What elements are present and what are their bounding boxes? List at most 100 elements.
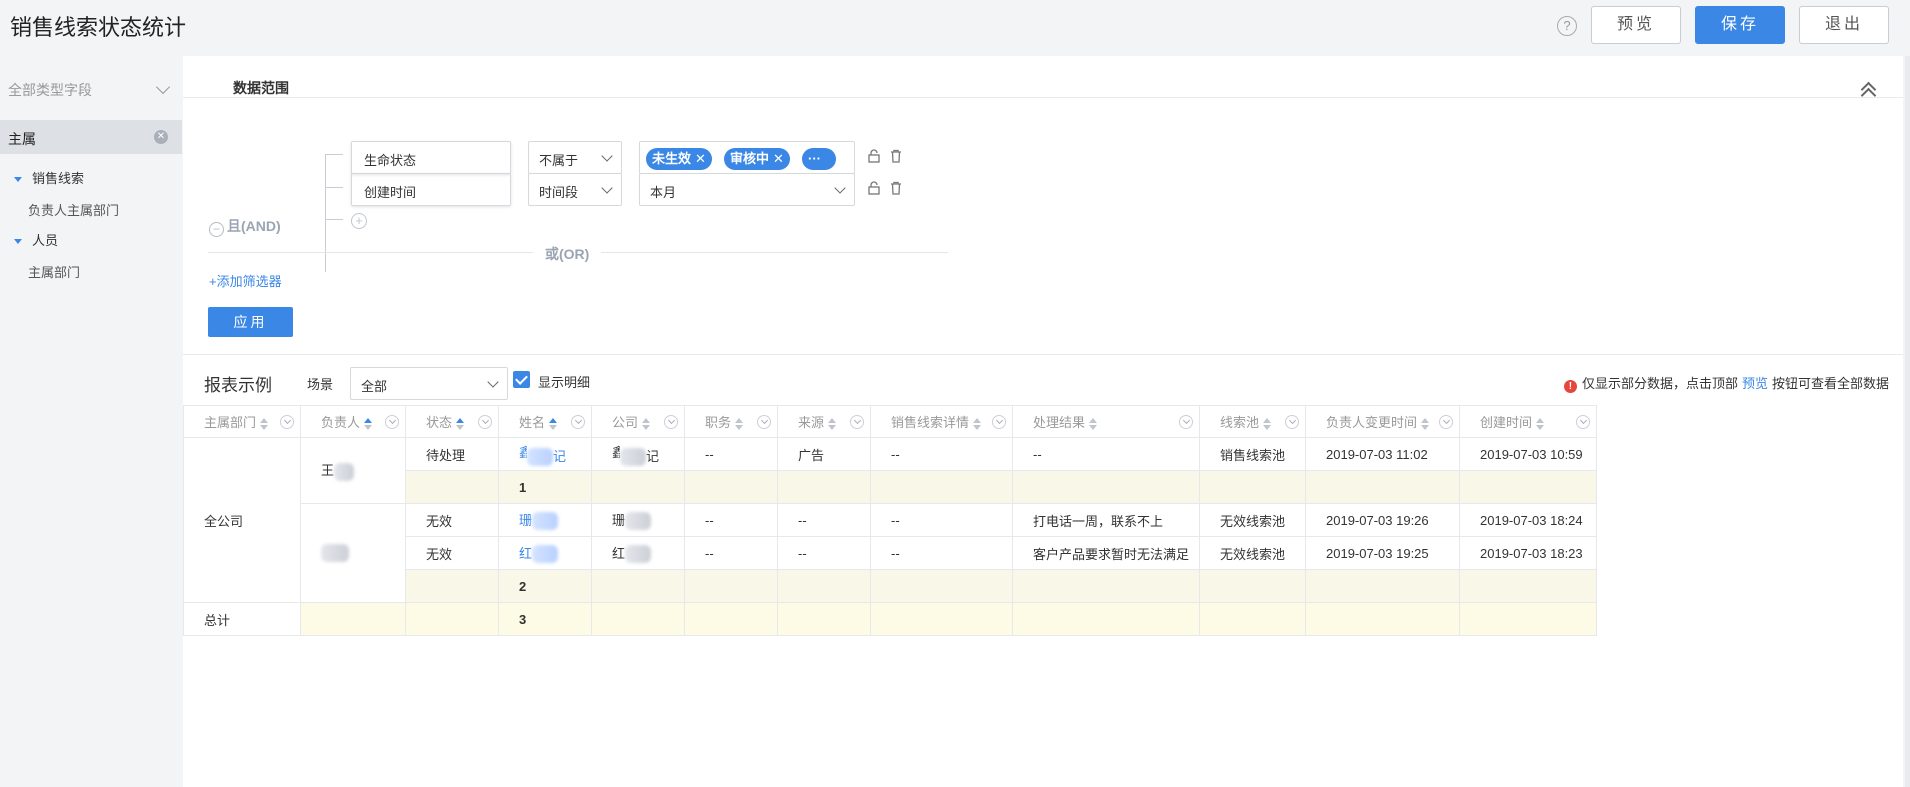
caret-down-icon [14,239,22,245]
sidebar-group-leads[interactable]: 销售线索 [14,168,84,187]
remove-tag-icon[interactable]: ✕ [695,151,706,166]
column-header[interactable]: 创建时间 [1459,405,1597,438]
operator-label: 时间段 [539,185,579,200]
column-options-icon[interactable] [478,415,492,429]
detail-cell: -- [870,536,1013,570]
column-header[interactable]: 状态 [405,405,499,438]
column-options-icon[interactable] [1179,415,1193,429]
condition-field-select[interactable]: 创建时间 [351,173,511,206]
column-options-icon[interactable] [385,415,399,429]
sidebar-group-people[interactable]: 人员 [14,230,58,249]
more-tags[interactable]: ··· [802,148,836,170]
condition-value-tags[interactable]: 未生效 ✕ 审核中 ✕ ··· [639,141,855,174]
condition-operator-select[interactable]: 时间段 [528,173,622,206]
column-header[interactable]: 负责人变更时间 [1305,405,1460,438]
show-detail-checkbox[interactable] [513,371,530,388]
trash-icon[interactable] [889,181,903,195]
table-row: 无效 珊 珊 -- -- -- 打电话一周，联系不上 无效线索池 2019-07… [184,503,1597,603]
status-cell: 待处理 [405,437,499,471]
column-options-icon[interactable] [280,415,294,429]
column-options-icon[interactable] [664,415,678,429]
remove-tag-icon[interactable]: ✕ [773,151,784,166]
add-condition-icon[interactable]: + [351,213,367,229]
condition-field-select[interactable]: 生命状态 [351,141,511,174]
trash-icon[interactable] [889,149,903,163]
condition-operator-select[interactable]: 不属于 [528,141,622,174]
minus-circle-icon[interactable]: − [209,222,224,237]
column-options-icon[interactable] [1576,415,1590,429]
tag-label: 未生效 [652,151,692,166]
value-tag[interactable]: 未生效 ✕ [646,148,712,170]
column-options-icon[interactable] [571,415,585,429]
report-table: 主属部门 负责人 状态 姓名 公司 职务 来源 销售线索详情 处理结果 线索池 … [183,405,1597,636]
column-options-icon[interactable] [1285,415,1299,429]
column-options-icon[interactable] [1439,415,1453,429]
scene-value: 全部 [361,379,388,394]
column-header[interactable]: 负责人 [300,405,406,438]
sidebar-item-dept[interactable]: 主属部门 [28,262,80,281]
chevron-down-icon [601,150,613,162]
source-cell: -- [777,536,871,570]
column-header[interactable]: 来源 [777,405,871,438]
name-cell[interactable]: 珊 [498,503,592,537]
chevron-down-icon [155,79,171,95]
sidebar-item-active[interactable]: 主属 ✕ [0,120,182,154]
chevron-down-icon [487,376,499,388]
source-cell: 广告 [777,437,871,471]
report-title: 报表示例 [204,376,272,395]
table-row: 全公司 王 待处理 鑫记 鑫记 -- 广告 -- -- 销售线索池 2019-0… [183,437,1597,603]
name-cell[interactable]: 红 [498,536,592,570]
created-cell: 2019-07-03 18:23 [1459,536,1597,570]
unlock-icon[interactable] [867,181,881,195]
column-header[interactable]: 处理结果 [1012,405,1200,438]
column-header[interactable]: 姓名 [498,405,592,438]
preview-link[interactable]: 预览 [1742,376,1768,391]
column-options-icon[interactable] [850,415,864,429]
collapse-icon[interactable] [1861,82,1875,96]
save-button[interactable]: 保存 [1695,6,1785,44]
name-cell[interactable]: 鑫记 [498,437,592,471]
operator-label: 不属于 [539,153,579,168]
chevron-down-icon [601,182,613,194]
owner-changed-cell: 2019-07-03 19:26 [1305,503,1460,537]
status-cell: 无效 [405,503,499,537]
preview-button[interactable]: 预览 [1591,6,1681,44]
value-label: 本月 [650,185,677,200]
help-icon[interactable]: ? [1557,16,1577,36]
column-header[interactable]: 公司 [591,405,685,438]
condition-value-select[interactable]: 本月 [639,173,855,206]
scene-select[interactable]: 全部 [350,367,508,400]
apply-button[interactable]: 应用 [208,307,293,337]
column-header[interactable]: 主属部门 [183,405,301,438]
owner-cell: 王 [300,437,406,504]
section-title: 数据范围 [233,80,289,96]
column-options-icon[interactable] [757,415,771,429]
scene-label: 场景 [307,377,334,392]
column-options-icon[interactable] [992,415,1006,429]
column-header[interactable]: 线索池 [1199,405,1306,438]
owner-changed-cell: 2019-07-03 11:02 [1305,437,1460,471]
subtotal-cell: 2 [498,569,592,603]
scrollbar[interactable] [1905,56,1910,787]
clear-icon[interactable]: ✕ [154,130,168,144]
column-header[interactable]: 销售线索详情 [870,405,1013,438]
created-cell: 2019-07-03 10:59 [1459,437,1597,471]
unlock-icon[interactable] [867,149,881,163]
exit-button[interactable]: 退出 [1799,6,1889,44]
notice-text: 仅显示部分数据，点击顶部 [1581,376,1738,391]
sidebar-item-owner-dept[interactable]: 负责人主属部门 [28,200,119,219]
main-panel: 数据范围 − 且(AND) 生命状态 不属于 未生效 ✕ 审核中 ✕ ··· 创建时间… [183,56,1903,787]
add-filter-link[interactable]: +添加筛选器 [209,271,282,290]
pool-cell: 无效线索池 [1199,503,1306,537]
value-tag[interactable]: 审核中 ✕ [724,148,790,170]
detail-cell: -- [870,503,1013,537]
top-bar: 销售线索状态统计 ? 预览 保存 退出 [0,0,1910,56]
created-cell: 2019-07-03 18:24 [1459,503,1597,537]
tag-label: 审核中 [730,151,770,166]
title-cell: -- [684,503,778,537]
field-type-select[interactable]: 全部类型字段 [8,79,171,100]
sidebar-item-label: 主属 [8,131,36,147]
divider [183,97,1903,98]
column-header[interactable]: 职务 [684,405,778,438]
result-cell: -- [1012,437,1200,471]
